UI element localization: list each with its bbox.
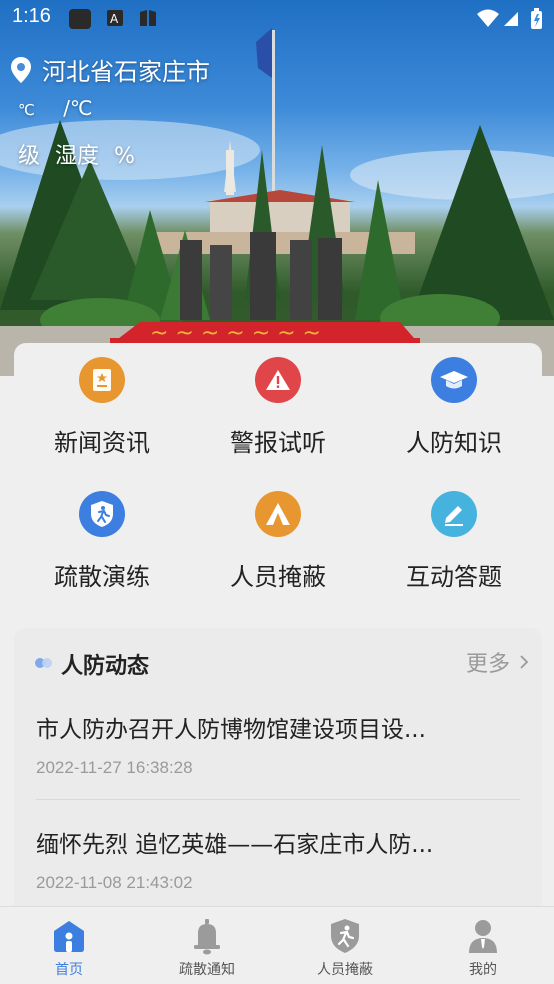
city-name: 河北省石家庄市 bbox=[42, 58, 210, 86]
evacuation-shield-icon bbox=[79, 491, 125, 537]
section-title: 人防动态 bbox=[61, 654, 150, 679]
news-icon bbox=[79, 357, 125, 403]
grid-item-shelter[interactable]: 人员掩蔽 bbox=[190, 477, 366, 597]
grid-item-label: 人员掩蔽 bbox=[230, 563, 326, 591]
grid-item-label: 疏散演练 bbox=[54, 563, 150, 591]
tab-label: 首页 bbox=[55, 962, 83, 978]
wind-level: 级 bbox=[18, 144, 41, 169]
notification-app-icon bbox=[69, 9, 91, 29]
wind-humidity-row: 级 湿度 % bbox=[18, 138, 143, 170]
battery-icon bbox=[531, 8, 542, 29]
grid-item-label: 新闻资讯 bbox=[54, 429, 150, 457]
humidity-unit: % bbox=[114, 144, 135, 169]
hero-banner: ~ ~ ~ ~ ~ ~ ~ 1:16 A 河北省石家庄市 ℃ /℃ 级 湿度 % bbox=[0, 0, 554, 376]
more-link[interactable]: 更多 bbox=[466, 646, 532, 678]
bottom-navigation: 首页 疏散通知 人员掩蔽 我的 bbox=[0, 906, 554, 984]
tab-label: 疏散通知 bbox=[179, 962, 235, 978]
grid-item-evacuation-drill[interactable]: 疏散演练 bbox=[14, 477, 190, 597]
chevron-right-icon bbox=[520, 655, 529, 669]
tab-label: 我的 bbox=[469, 962, 497, 978]
news-header: 人防动态 更多 bbox=[14, 628, 542, 690]
status-time: 1:16 bbox=[12, 5, 51, 27]
svg-text:A: A bbox=[110, 12, 119, 26]
news-item-title: 市人防办召开人防博物馆建设项目设... bbox=[36, 717, 426, 743]
grid-item-label: 人防知识 bbox=[406, 429, 502, 457]
notification-book-icon bbox=[140, 10, 156, 26]
wifi-icon bbox=[477, 9, 499, 27]
function-grid: 新闻资讯 警报试听 人防知识 疏散演练 人员掩蔽 互动答题 bbox=[14, 343, 542, 611]
tab-shelter[interactable]: 人员掩蔽 bbox=[276, 907, 414, 984]
location-display[interactable]: 河北省石家庄市 bbox=[10, 52, 210, 87]
news-section: 人防动态 更多 市人防办召开人防博物馆建设项目设... 2022-11-27 1… bbox=[14, 628, 542, 928]
signal-icon bbox=[504, 12, 518, 26]
tab-label: 人员掩蔽 bbox=[317, 962, 373, 978]
news-item[interactable]: 缅怀先烈 追忆英雄——石家庄市人防... 2022-11-08 21:43:02 bbox=[36, 825, 520, 893]
grid-item-label: 警报试听 bbox=[230, 429, 326, 457]
tab-home[interactable]: 首页 bbox=[0, 907, 138, 984]
alarm-icon bbox=[255, 357, 301, 403]
shelter-tent-icon bbox=[255, 491, 301, 537]
divider bbox=[36, 799, 520, 800]
humidity-label: 湿度 bbox=[55, 144, 100, 169]
news-item-date: 2022-11-27 16:38:28 bbox=[36, 758, 193, 777]
user-icon bbox=[469, 920, 497, 953]
tab-profile[interactable]: 我的 bbox=[414, 907, 552, 984]
temperature-range: /℃ bbox=[63, 96, 93, 120]
tab-evacuation-notice[interactable]: 疏散通知 bbox=[138, 907, 276, 984]
grid-item-label: 互动答题 bbox=[406, 563, 502, 591]
pencil-icon bbox=[431, 491, 477, 537]
temperature-unit: ℃ bbox=[18, 101, 35, 119]
shelter-shield-icon bbox=[331, 919, 359, 953]
location-pin-icon bbox=[11, 56, 31, 83]
notification-a-icon: A bbox=[107, 10, 123, 26]
home-icon bbox=[54, 921, 84, 952]
news-item[interactable]: 市人防办召开人防博物馆建设项目设... 2022-11-27 16:38:28 bbox=[36, 710, 520, 778]
bell-icon bbox=[194, 919, 220, 955]
temperature-row: ℃ /℃ bbox=[18, 96, 92, 120]
grid-item-quiz[interactable]: 互动答题 bbox=[366, 477, 542, 597]
news-item-date: 2022-11-08 21:43:02 bbox=[36, 873, 193, 892]
graduation-cap-icon bbox=[431, 357, 477, 403]
news-item-title: 缅怀先烈 追忆英雄——石家庄市人防... bbox=[36, 832, 434, 858]
status-bar: 1:16 A bbox=[0, 0, 554, 36]
more-label: 更多 bbox=[465, 652, 510, 677]
grid-item-alarm[interactable]: 警报试听 bbox=[190, 343, 366, 463]
grid-item-knowledge[interactable]: 人防知识 bbox=[366, 343, 542, 463]
section-dots-icon bbox=[35, 658, 52, 668]
grid-item-news[interactable]: 新闻资讯 bbox=[14, 343, 190, 463]
